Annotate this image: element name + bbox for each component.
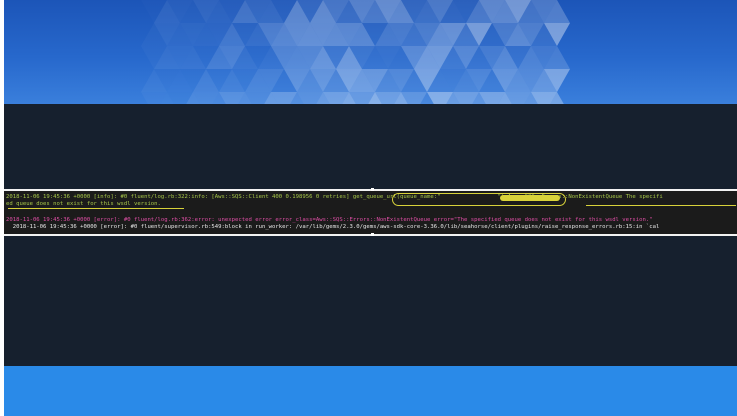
terminal-log-screenshot: 2018-11-06 19:45:36 +0000 [info]: #0 flu… bbox=[4, 189, 737, 236]
selection-handle[interactable] bbox=[371, 188, 374, 191]
log-line-backtrace: 2018-11-06 19:45:36 +0000 [error]: #0 fl… bbox=[6, 224, 660, 230]
log-line-info-continued: ed queue does not exist for this wsdl ve… bbox=[6, 201, 161, 207]
selection-handle[interactable] bbox=[371, 233, 374, 236]
annotation-underline bbox=[586, 205, 736, 206]
triangle-pattern bbox=[141, 0, 570, 104]
header-banner bbox=[4, 0, 737, 104]
log-line-error: 2018-11-06 19:45:36 +0000 [error]: #0 fl… bbox=[6, 217, 653, 223]
annotation-underline bbox=[8, 208, 184, 209]
footer-band bbox=[4, 366, 737, 416]
annotation-circle bbox=[392, 193, 566, 206]
